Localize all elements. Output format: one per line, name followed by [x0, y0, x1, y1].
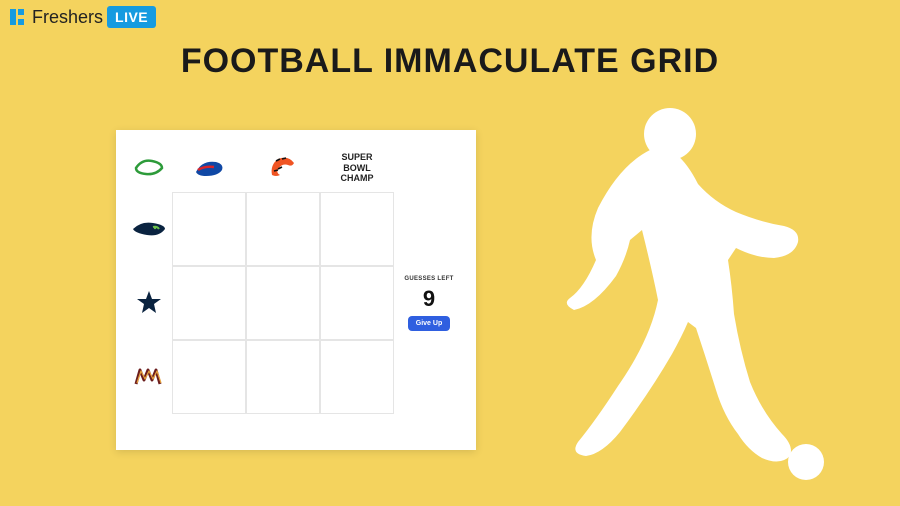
grid-cell[interactable] [246, 340, 320, 414]
col-header-bills-icon [172, 144, 246, 192]
player-silhouette-icon [500, 90, 860, 490]
brand-mark-icon [8, 7, 28, 27]
guesses-count: 9 [423, 286, 435, 312]
immaculate-grid: SUPER BOWL CHAMP GUESSES LEFT 9 Give Up [126, 144, 466, 414]
grid-cell[interactable] [172, 340, 246, 414]
row-header-seahawks-icon [126, 192, 172, 266]
col-header-bengals-icon [246, 144, 320, 192]
grid-cell[interactable] [320, 340, 394, 414]
spacer [394, 144, 464, 192]
col-header-line3: CHAMP [341, 173, 374, 184]
grid-card: SUPER BOWL CHAMP GUESSES LEFT 9 Give Up [116, 130, 476, 450]
brand-name: Freshers [32, 7, 103, 28]
brand-logo: Freshers LIVE [8, 6, 156, 28]
row-header-commanders-icon [126, 340, 172, 414]
col-header-line1: SUPER [341, 152, 372, 163]
grid-cell[interactable] [172, 266, 246, 340]
col-header-line2: BOWL [343, 163, 371, 174]
guesses-label: GUESSES LEFT [404, 276, 453, 282]
guesses-panel: GUESSES LEFT 9 Give Up [394, 266, 464, 340]
col-header-superbowl: SUPER BOWL CHAMP [320, 144, 394, 192]
grid-cell[interactable] [246, 192, 320, 266]
spacer [394, 340, 464, 414]
corner-brand-icon [126, 144, 172, 192]
grid-cell[interactable] [320, 192, 394, 266]
grid-cell[interactable] [320, 266, 394, 340]
row-header-cowboys-icon [126, 266, 172, 340]
give-up-button[interactable]: Give Up [408, 316, 450, 331]
spacer [394, 192, 464, 266]
brand-live-badge: LIVE [107, 6, 156, 28]
page-title: FOOTBALL IMMACULATE GRID [181, 42, 719, 81]
grid-cell[interactable] [246, 266, 320, 340]
grid-cell[interactable] [172, 192, 246, 266]
